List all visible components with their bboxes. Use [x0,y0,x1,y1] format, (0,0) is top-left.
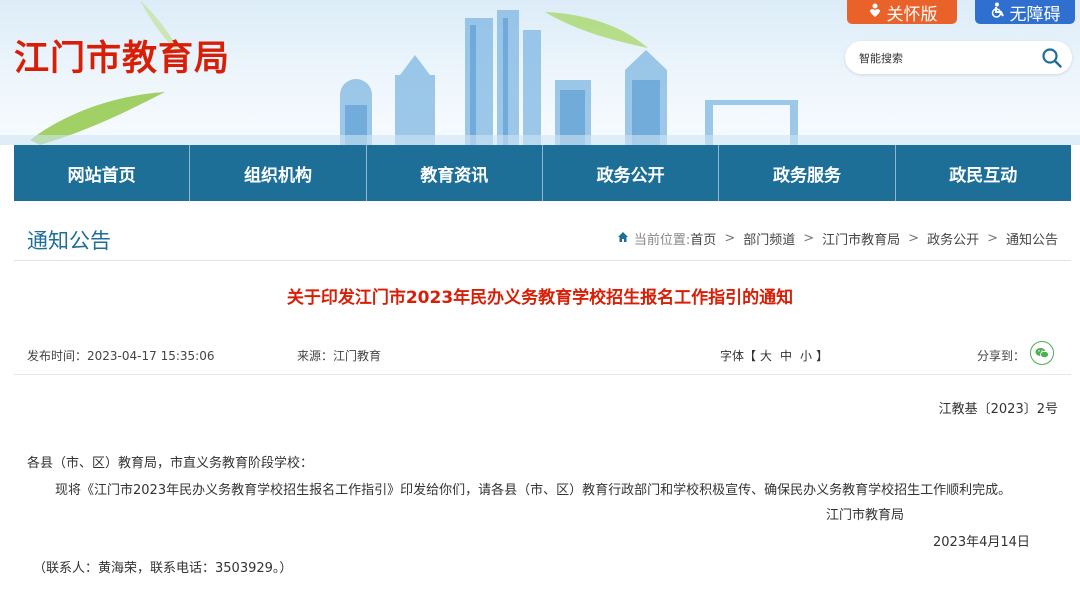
breadcrumb-separator: > [803,231,815,246]
search-input[interactable] [859,48,1029,68]
breadcrumb-notices[interactable]: 通知公告 [1006,229,1058,248]
nav-item-home[interactable]: 网站首页 [14,145,191,201]
heart-person-icon [867,2,883,22]
site-header: 江门市教育局 关怀版 无障碍 [0,0,1080,145]
font-size-selector: 字体【大中小】 [720,347,828,364]
divider [14,374,1071,375]
care-mode-label: 关怀版 [886,4,938,25]
article-contact: （联系人：黄海荣，联系电话：3503929。） [33,561,293,576]
breadcrumb-separator: > [987,231,998,246]
article-recipient: 各县（市、区）教育局，市直义务教育阶段学校： [27,456,314,471]
search-icon[interactable] [1041,47,1063,69]
accessibility-label: 无障碍 [1009,4,1061,25]
publish-time-label: 发布时间： [27,349,88,363]
nav-item-government-services[interactable]: 政务服务 [719,145,896,201]
breadcrumb-separator: > [724,231,736,246]
breadcrumb-home[interactable]: 首页 [690,229,716,248]
font-size-label: 字体【 [720,349,757,363]
source-value: 江门教育 [333,349,382,363]
breadcrumb-prefix: 当前位置: [633,233,691,248]
nav-item-organization[interactable]: 组织机构 [190,145,367,201]
breadcrumb-government-affairs[interactable]: 政务公开 [927,229,979,248]
article-signature: 江门市教育局 [826,508,905,523]
breadcrumb: 当前位置: 首页 > 部门频道 > 江门市教育局 > 政务公开 > 通知公告 [617,229,1058,248]
article-date: 2023年4月14日 [933,535,1030,550]
breadcrumb-department-channel[interactable]: 部门频道 [743,229,795,248]
main-nav: 网站首页 组织机构 教育资讯 政务公开 政务服务 政民互动 [14,145,1071,201]
font-medium-button[interactable]: 中 [780,349,792,363]
care-mode-button[interactable]: 关怀版 [847,0,957,25]
publish-time-value: 2023-04-17 15:35:06 [87,349,215,363]
article-body: 现将《江门市2023年民办义务教育学校招生报名工作指引》印发给你们，请各县（市、… [55,483,1012,498]
source-label: 来源： [297,349,334,363]
wechat-icon[interactable] [1030,341,1054,365]
site-title[interactable]: 江门市教育局 [14,30,230,81]
font-small-button[interactable]: 小 [800,349,812,363]
accessibility-button[interactable]: 无障碍 [975,0,1075,25]
wheelchair-icon [990,2,1006,22]
section-title: 通知公告 [27,229,111,253]
article-source: 来源：江门教育 [297,347,381,364]
document-number: 江教基〔2023〕2号 [938,402,1058,417]
nav-item-public-interaction[interactable]: 政民互动 [896,145,1071,201]
font-large-button[interactable]: 大 [760,349,772,363]
breadcrumb-education-bureau[interactable]: 江门市教育局 [822,229,900,248]
search-box [845,41,1072,74]
breadcrumb-separator: > [908,231,920,246]
nav-item-education-news[interactable]: 教育资讯 [367,145,543,201]
font-size-close: 】 [816,349,829,363]
home-icon [617,231,629,246]
publish-time: 发布时间：2023-04-17 15:35:06 [27,347,214,364]
article-title: 关于印发江门市2023年民办义务教育学校招生报名工作指引的通知 [286,288,794,308]
share-label: 分享到： [977,349,1026,363]
nav-item-government-affairs[interactable]: 政务公开 [543,145,720,201]
divider [14,260,1071,261]
